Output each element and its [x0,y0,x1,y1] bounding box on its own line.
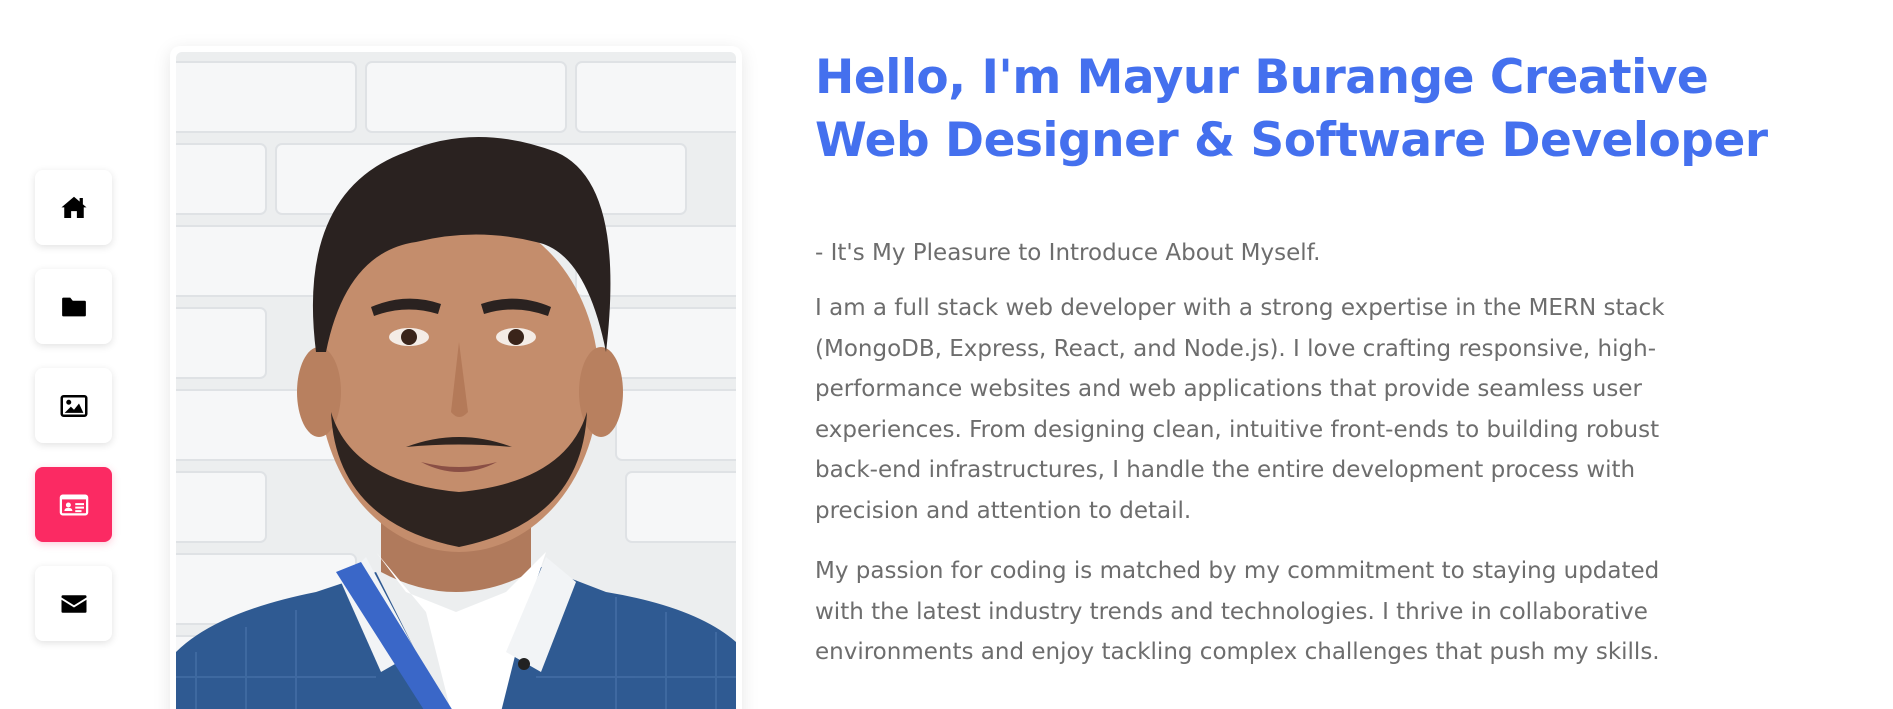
home-icon [61,196,86,218]
profile-photo [176,52,736,709]
profile-photo-frame [170,46,742,709]
about-section: Hello, I'm Mayur Burange Creative Web De… [815,46,1825,673]
bio-paragraph-2: My passion for coding is matched by my c… [815,558,1660,665]
envelope-icon [61,594,86,613]
nav-about-button[interactable] [35,467,112,542]
nav-gallery-button[interactable] [35,368,112,443]
intro-text: - It's My Pleasure to Introduce About My… [815,240,1321,266]
folder-icon [61,297,86,316]
bio-paragraph-1: I am a full stack web developer with a s… [815,295,1665,524]
nav-contact-button[interactable] [35,566,112,641]
page-title: Hello, I'm Mayur Burange Creative Web De… [815,50,1768,168]
image-icon [60,394,88,417]
id-card-icon [59,494,88,515]
nav-home-button[interactable] [35,170,112,245]
nav-portfolio-button[interactable] [35,269,112,344]
